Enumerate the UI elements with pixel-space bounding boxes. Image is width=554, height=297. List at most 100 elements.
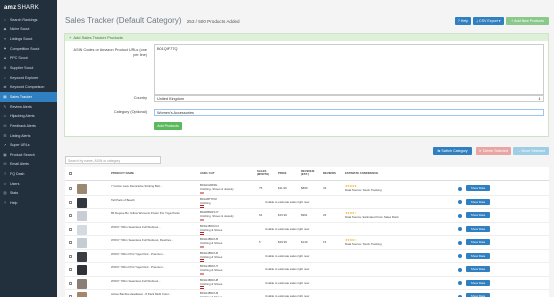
- row-checkbox[interactable]: [69, 254, 72, 258]
- add-products-button[interactable]: Add Products: [154, 122, 182, 130]
- sidebar-item-keyword-explorer[interactable]: ⌕ Keyword Explorer: [0, 73, 57, 83]
- show-data-button[interactable]: Show Data: [466, 252, 490, 259]
- add-new-products-button[interactable]: + Add New Products: [506, 17, 549, 25]
- info-icon[interactable]: [458, 213, 462, 218]
- sidebar-item-hijacking-alerts[interactable]: ⚠ Hijacking Alerts: [0, 111, 57, 121]
- feedback-icon: ✉: [3, 123, 7, 128]
- product-search-input[interactable]: Search by name, ASIN or category: [65, 156, 161, 164]
- sidebar-item-label: Sales Tracker: [10, 94, 32, 99]
- sidebar-item-help[interactable]: ? Help: [0, 198, 57, 208]
- info-icon[interactable]: [458, 200, 462, 204]
- sidebar-item-feedback-alerts[interactable]: ✉ Feedback Alerts: [0, 121, 57, 131]
- sidebar-item-niche-scout[interactable]: ◆ Niche Scout: [0, 25, 57, 35]
- sidebar-item-label: Search Rankings: [10, 17, 38, 22]
- sidebar-item-listings-scout[interactable]: ≡ Listings Scout: [0, 34, 57, 44]
- asin-label: ASIN Codes or Amazon Product URLs (one p…: [73, 48, 147, 57]
- table-row[interactable]: 7 Cotton Lace Decorative Striking Belt..…: [65, 182, 549, 196]
- sidebar-item-review-alerts[interactable]: ✎ Review Alerts: [0, 102, 57, 112]
- sidebar-item-search-rankings[interactable]: ⌕ Search Rankings: [0, 15, 57, 25]
- show-data-button[interactable]: Show Data: [466, 266, 490, 272]
- info-icon[interactable]: [458, 186, 462, 191]
- sidebar-item-fq-dash[interactable]: ? FQ Dash: [0, 169, 57, 179]
- select-all-checkbox[interactable]: [69, 172, 72, 175]
- reviews-value: 26: [323, 213, 327, 217]
- info-icon[interactable]: [458, 240, 462, 245]
- row-checkbox[interactable]: [69, 268, 72, 271]
- table-row[interactable]: WXNY 700m Seamless Full Workout, Peaches…: [65, 236, 549, 250]
- sidebar-item-email-alerts[interactable]: ✉ Email Alerts: [0, 160, 57, 170]
- table-row[interactable]: Tall Pack of Beach B01ABTTFM Clothing Unabl…: [65, 196, 549, 209]
- col-estimate[interactable]: ESTIMATE CONFIDENCE: [345, 171, 378, 175]
- product-name[interactable]: WXNY 700m Print Yoga Pant - Premium...: [111, 265, 165, 269]
- table-row[interactable]: WXNY 700m Print Yoga Pant - Premium... B0…: [65, 250, 549, 263]
- show-data-button[interactable]: Show Data: [466, 212, 490, 218]
- sidebar-item-super-urls[interactable]: ↗ Super URLs: [0, 140, 57, 150]
- product-name[interactable]: 7 Cotton Lace Decorative Striking Belt..…: [111, 184, 162, 188]
- move-selected-button[interactable]: → Move Selected: [513, 147, 549, 155]
- col-product[interactable]: PRODUCT NAME: [111, 171, 134, 175]
- row-checkbox[interactable]: [69, 241, 72, 244]
- download-icon: ⤓: [476, 19, 478, 23]
- sidebar-item-label: Listings Scout: [10, 37, 33, 42]
- row-checkbox[interactable]: [69, 200, 72, 204]
- switch-category-button[interactable]: ⇆ Switch Category: [433, 147, 472, 155]
- col-price[interactable]: PRICE: [278, 171, 287, 175]
- csv-export-button[interactable]: ⤓ CSV Export ▾: [473, 17, 504, 25]
- table-row[interactable]: WXNY 700m Seamless Full Workout... B01H4B…: [65, 277, 549, 290]
- show-data-button[interactable]: Show Data: [466, 239, 490, 245]
- product-thumbnail: [77, 224, 87, 235]
- col-revenue[interactable]: REVENUE (EST.): [301, 169, 315, 177]
- info-icon[interactable]: [458, 281, 462, 285]
- product-name[interactable]: WXNY 700m Seamless Full Workout...: [111, 279, 161, 283]
- row-checkbox[interactable]: [69, 227, 72, 231]
- col-sales[interactable]: SALES (MONTH): [257, 169, 269, 177]
- col-reviews[interactable]: REVIEWS: [323, 171, 336, 175]
- tracker-icon: ▤: [3, 94, 7, 99]
- product-name[interactable]: WXNY 700m Seamless Full Workout, Peaches…: [111, 238, 173, 242]
- info-icon[interactable]: [458, 254, 462, 258]
- sidebar-item-sales-tracker[interactable]: ▤ Sales Tracker: [0, 92, 57, 102]
- sidebar-item-supplier-scout[interactable]: ⚙ Supplier Scout: [0, 63, 57, 73]
- country-select[interactable]: United Kingdom ⇕: [154, 95, 544, 102]
- show-data-button[interactable]: Show Data: [466, 279, 490, 286]
- show-data-button[interactable]: Show Data: [466, 198, 490, 205]
- sidebar-item-ppc-scout[interactable]: ▲ PPC Scout: [0, 54, 57, 64]
- delete-selected-button[interactable]: ✕ Delete Selected: [476, 147, 511, 155]
- show-data-button[interactable]: Show Data: [466, 185, 490, 191]
- row-checkbox[interactable]: [69, 281, 72, 285]
- info-icon[interactable]: [458, 227, 462, 231]
- product-name[interactable]: Active Bamba Headwear - 8 Pack Multi Col…: [111, 292, 171, 296]
- product-name[interactable]: WXNY 700m Print Yoga Pant - Premium...: [111, 252, 165, 256]
- sidebar-item-users[interactable]: ☺ Users: [0, 179, 57, 189]
- uk-flag-icon: [200, 205, 205, 208]
- help-button[interactable]: ? Help: [455, 17, 471, 25]
- product-name[interactable]: WXNY 700m Seamless Full Workout...: [111, 225, 161, 229]
- info-icon[interactable]: [458, 267, 462, 272]
- row-checkbox[interactable]: [69, 214, 72, 217]
- col-asin[interactable]: ASIN / CAT: [200, 171, 215, 175]
- sidebar-item-label: Supplier Scout: [10, 66, 34, 71]
- sidebar-item-label: Review Alerts: [10, 104, 32, 109]
- sales-value: 75: [259, 186, 263, 190]
- sidebar-item-product-search[interactable]: ▦ Product Search: [0, 150, 57, 160]
- listing-alert-icon: ☰: [3, 133, 7, 138]
- table-row[interactable]: Active Bamba Headwear - 8 Pack Multi Col…: [65, 290, 549, 297]
- asin-textarea[interactable]: B01QIF7TQ: [154, 44, 544, 95]
- category-input[interactable]: Women's Accessories: [154, 109, 544, 116]
- help-icon: ?: [4, 200, 6, 205]
- show-data-button[interactable]: Show Data: [466, 225, 490, 232]
- sidebar-item-keyword-comparison[interactable]: ⇄ Keyword Comparison: [0, 82, 57, 92]
- table-row[interactable]: 86 Degree Bo Yellow Womens Power Pro Yog…: [65, 209, 549, 223]
- sidebar-item-stats[interactable]: ▥ Stats: [0, 189, 57, 199]
- product-name[interactable]: Tall Pack of Beach: [111, 198, 135, 202]
- row-checkbox[interactable]: [69, 187, 72, 190]
- app-logo[interactable]: amz SHARK: [0, 0, 57, 15]
- sidebar-item-competition-scout[interactable]: ⚑ Competition Scout: [0, 44, 57, 54]
- table-row[interactable]: WXNY 700m Print Yoga Pant - Premium... B0…: [65, 263, 549, 277]
- product-name[interactable]: 86 Degree Bo Yellow Womens Power Pro Yog…: [111, 211, 180, 215]
- price-value: $11.99: [278, 186, 287, 190]
- keyword-icon: ⌕: [3, 75, 6, 80]
- show-data-button[interactable]: Show Data: [466, 293, 490, 297]
- sidebar-item-listing-alerts[interactable]: ☰ Listing Alerts: [0, 131, 57, 141]
- table-row[interactable]: WXNY 700m Seamless Full Workout... B01H4B…: [65, 223, 549, 236]
